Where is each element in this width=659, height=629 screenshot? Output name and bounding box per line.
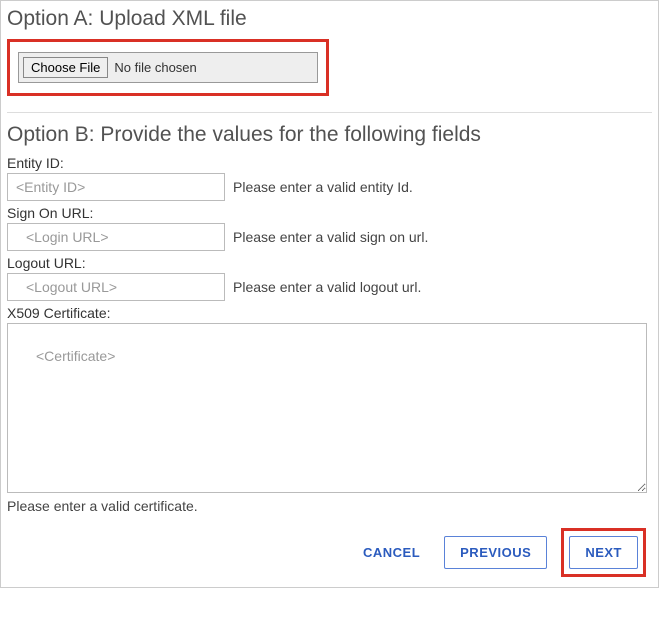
upload-highlight-box: Choose File No file chosen — [7, 39, 329, 96]
button-row: CANCEL PREVIOUS NEXT — [7, 528, 652, 577]
section-divider — [7, 112, 652, 113]
form-container: Option A: Upload XML file Choose File No… — [0, 0, 659, 588]
cert-textarea[interactable] — [7, 323, 647, 493]
option-a-title: Option A: Upload XML file — [7, 7, 652, 31]
next-highlight-box: NEXT — [561, 528, 646, 577]
option-b-title: Option B: Provide the values for the fol… — [7, 123, 652, 147]
logout-label: Logout URL: — [7, 255, 652, 271]
sign-on-hint: Please enter a valid sign on url. — [233, 229, 428, 245]
logout-input[interactable] — [7, 273, 225, 301]
cert-label: X509 Certificate: — [7, 305, 652, 321]
file-picker[interactable]: Choose File No file chosen — [18, 52, 318, 83]
entity-id-input[interactable] — [7, 173, 225, 201]
cert-hint: Please enter a valid certificate. — [7, 498, 652, 514]
entity-id-row: Please enter a valid entity Id. — [7, 173, 652, 201]
logout-hint: Please enter a valid logout url. — [233, 279, 421, 295]
entity-id-label: Entity ID: — [7, 155, 652, 171]
logout-row: Please enter a valid logout url. — [7, 273, 652, 301]
sign-on-input[interactable] — [7, 223, 225, 251]
next-button[interactable]: NEXT — [569, 536, 638, 569]
choose-file-button[interactable]: Choose File — [23, 57, 108, 78]
cancel-button[interactable]: CANCEL — [353, 537, 430, 568]
sign-on-label: Sign On URL: — [7, 205, 652, 221]
previous-button[interactable]: PREVIOUS — [444, 536, 547, 569]
sign-on-row: Please enter a valid sign on url. — [7, 223, 652, 251]
file-status-text: No file chosen — [114, 60, 196, 75]
entity-id-hint: Please enter a valid entity Id. — [233, 179, 413, 195]
